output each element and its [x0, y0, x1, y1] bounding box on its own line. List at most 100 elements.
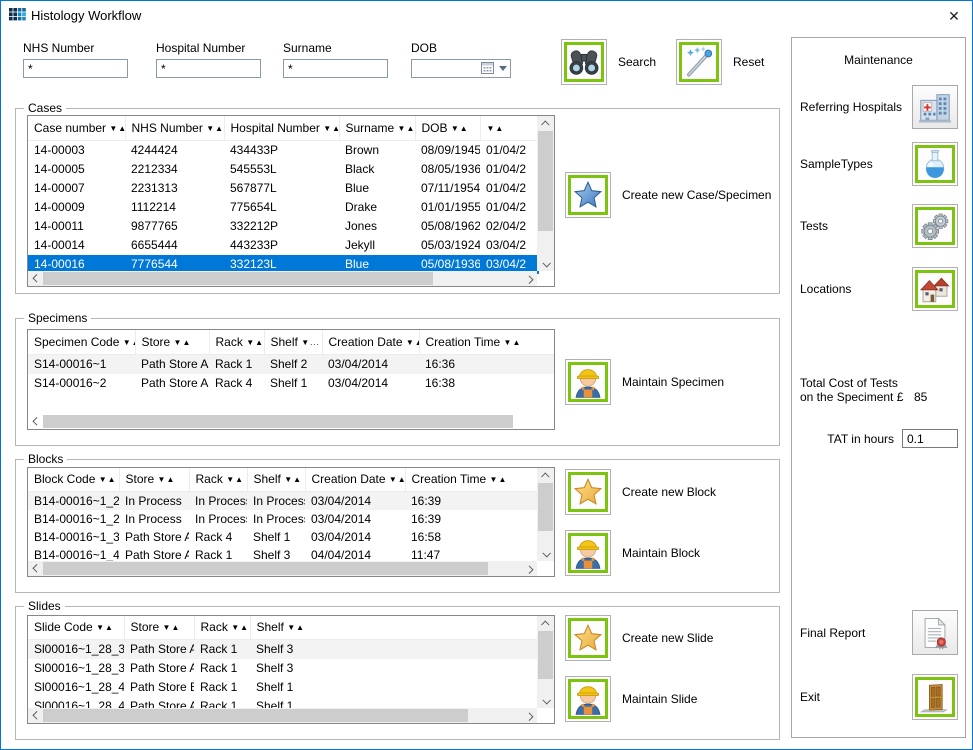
scrollbar-thumb[interactable]	[538, 483, 553, 531]
scrollbar-thumb[interactable]	[538, 631, 553, 679]
table-cell: Rack 4	[189, 528, 247, 546]
column-header[interactable]: Hospital Number ▼▲	[224, 116, 339, 140]
column-header[interactable]: Store ▼▲	[119, 468, 189, 491]
create-new-slide-button[interactable]	[565, 615, 611, 661]
table-row[interactable]: 14-000119877765332212PJones05/08/196202/…	[28, 217, 539, 236]
sort-icons: ▼▲	[284, 475, 302, 484]
column-header[interactable]: Creation Time ▼▲	[405, 468, 539, 491]
dob-input[interactable]	[412, 60, 478, 77]
tests-button[interactable]	[912, 204, 958, 248]
maintain-slide-button[interactable]	[565, 676, 611, 722]
search-button[interactable]	[561, 39, 607, 85]
create-new-case-specimen-button[interactable]	[565, 172, 611, 218]
referring-hospitals-button[interactable]	[912, 85, 958, 129]
scroll-down-icon[interactable]	[542, 259, 550, 267]
scroll-right-icon[interactable]	[525, 712, 533, 720]
table-row[interactable]: 14-000072231313567877LBlue07/11/195401/0…	[28, 179, 539, 198]
table-cell: Sl00016~1_28_31	[28, 659, 124, 678]
table-row[interactable]: B14-00016~1_28In ProcessIn ProcessIn Pro…	[28, 491, 539, 510]
table-row[interactable]: S14-00016~1Path Store ARack 1Shelf 203/0…	[28, 354, 555, 374]
table-cell: 01/04/2	[480, 179, 539, 198]
table-row[interactable]: Sl00016~1_28_30Path Store ARack 1Shelf 3	[28, 639, 539, 659]
vertical-scrollbar[interactable]	[537, 468, 554, 561]
table-cell: Rack 1	[209, 354, 264, 374]
column-header[interactable]: NHS Number ▼▲	[125, 116, 224, 140]
table-row[interactable]: B14-00016~1_29In ProcessIn ProcessIn Pro…	[28, 510, 539, 528]
column-header[interactable]: ▼▲	[480, 116, 539, 140]
vertical-scrollbar[interactable]	[537, 616, 554, 708]
table-row[interactable]: 14-000034244424434433PBrown08/09/194501/…	[28, 140, 539, 160]
column-header[interactable]: Rack ▼▲	[209, 330, 264, 354]
nhs-number-input[interactable]	[23, 59, 128, 78]
maintain-block-button[interactable]	[565, 530, 611, 576]
column-header[interactable]: DOB ▼▲	[415, 116, 480, 140]
scrollbar-thumb[interactable]	[43, 415, 513, 428]
scroll-right-icon[interactable]	[525, 565, 533, 573]
column-header[interactable]: Case number ▼▲	[28, 116, 125, 140]
table-cell: Shelf 1	[264, 374, 322, 393]
vertical-scrollbar[interactable]	[537, 116, 554, 271]
column-header[interactable]: Rack ▼▲	[194, 616, 250, 639]
column-header[interactable]: Specimen Code ▼▲	[28, 330, 135, 354]
scrollbar-thumb[interactable]	[43, 562, 488, 575]
scrollbar-thumb[interactable]	[538, 131, 553, 231]
scroll-down-icon[interactable]	[542, 696, 550, 704]
close-icon[interactable]: ✕	[942, 4, 966, 28]
scroll-up-icon[interactable]	[541, 620, 549, 628]
table-row[interactable]: Sl00016~1_28_42Path Store BRack 1Shelf 1	[28, 678, 539, 697]
final-report-button[interactable]	[912, 610, 958, 655]
hospital-number-input[interactable]	[156, 59, 261, 78]
locations-button[interactable]	[912, 267, 958, 311]
horizontal-scrollbar[interactable]	[28, 561, 537, 576]
scroll-up-icon[interactable]	[541, 472, 549, 480]
scroll-up-icon[interactable]	[541, 120, 549, 128]
table-row[interactable]: 14-000052212334545553LBlack08/05/193601/…	[28, 160, 539, 179]
table-cell: S14-00016~2	[28, 374, 135, 393]
horizontal-scrollbar[interactable]	[28, 271, 537, 286]
scroll-right-icon[interactable]	[525, 275, 533, 283]
scrollbar-thumb[interactable]	[43, 272, 433, 285]
table-row[interactable]: 14-000146655444443233PJekyll05/03/192403…	[28, 236, 539, 255]
exit-button[interactable]	[912, 674, 958, 720]
reset-button[interactable]	[676, 39, 722, 85]
table-row[interactable]: B14-00016~1_32Path Store ARack 4Shelf 10…	[28, 528, 539, 546]
table-cell: 14-00007	[28, 179, 125, 198]
column-header[interactable]: Store ▼▲	[124, 616, 194, 639]
surname-input[interactable]	[283, 59, 388, 78]
maintain-specimen-button[interactable]	[565, 359, 611, 405]
table-row[interactable]: S14-00016~2Path Store ARack 4Shelf 103/0…	[28, 374, 555, 393]
column-header[interactable]: Creation Date ▼▲	[305, 468, 405, 491]
column-header[interactable]: Shelf ▼...	[264, 330, 322, 354]
column-header[interactable]: Surname ▼▲	[339, 116, 415, 140]
table-cell: 14-00005	[28, 160, 125, 179]
table-row[interactable]: Sl00016~1_28_31Path Store ARack 1Shelf 3	[28, 659, 539, 678]
calendar-icon[interactable]	[481, 62, 494, 77]
dob-datepicker[interactable]	[411, 59, 511, 78]
column-header[interactable]: Store ▼▲	[135, 330, 209, 354]
column-header[interactable]: Creation Time ▼▲	[419, 330, 555, 354]
create-new-block-label: Create new Block	[622, 485, 716, 499]
sort-icons: ▼▲	[246, 338, 264, 347]
tat-input[interactable]	[902, 429, 958, 448]
scroll-down-icon[interactable]	[542, 549, 550, 557]
table-cell: 08/05/1936	[415, 160, 480, 179]
column-header[interactable]: Shelf ▼▲	[250, 616, 539, 639]
column-header[interactable]: Block Code ▼▲	[28, 468, 119, 491]
scrollbar-thumb[interactable]	[43, 709, 468, 722]
report-seal-icon	[917, 615, 953, 651]
scroll-left-icon[interactable]	[32, 564, 40, 572]
horizontal-scrollbar[interactable]	[28, 708, 537, 723]
column-header[interactable]: Rack ▼▲	[189, 468, 247, 491]
table-row[interactable]: 14-000091112214775654LDrake01/01/195501/…	[28, 198, 539, 217]
column-header[interactable]: Shelf ▼▲	[247, 468, 305, 491]
create-new-block-button[interactable]	[565, 469, 611, 515]
sampletypes-button[interactable]	[912, 142, 958, 186]
scroll-left-icon[interactable]	[32, 417, 40, 425]
table-cell: 01/01/1955	[415, 198, 480, 217]
chevron-down-icon[interactable]	[499, 66, 507, 71]
scroll-left-icon[interactable]	[32, 274, 40, 282]
column-header[interactable]: Slide Code ▼▲	[28, 616, 124, 639]
sort-icons: ▼...	[301, 338, 320, 347]
scroll-left-icon[interactable]	[32, 711, 40, 719]
column-header[interactable]: Creation Date ▼▲	[322, 330, 419, 354]
